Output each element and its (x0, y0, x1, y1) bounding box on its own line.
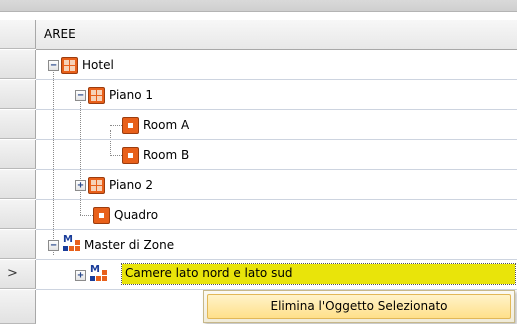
tree-row-selected[interactable]: + M Camere lato nord e lato sud (36, 260, 517, 290)
master-zone-icon: M (61, 234, 80, 254)
tree-node-label: Room A (143, 118, 190, 132)
current-row-indicator: > (7, 266, 18, 281)
master-zone-icon: M (88, 264, 107, 284)
tree-row[interactable]: Quadro (36, 200, 517, 230)
tree-node-room-a[interactable]: Room A (122, 115, 189, 135)
tree-row[interactable]: − M Master di Zone (36, 230, 517, 260)
grid-area-icon (88, 176, 105, 194)
row-header[interactable] (0, 200, 36, 229)
row-header[interactable] (0, 230, 36, 259)
tree-node-label: Piano 2 (109, 178, 154, 192)
row-header[interactable] (0, 50, 36, 79)
room-icon (93, 206, 110, 224)
tree-row[interactable]: Room A (36, 110, 517, 140)
tree-node-quadro[interactable]: Quadro (93, 205, 158, 225)
tree-node-room-b[interactable]: Room B (122, 145, 189, 165)
tree-node-piano-1[interactable]: − Piano 1 (75, 85, 153, 105)
tree-row[interactable]: − Hotel (36, 50, 517, 80)
context-menu: Elimina l'Oggetto Selezionato (203, 290, 515, 323)
row-header[interactable] (0, 80, 36, 109)
tree-node-label: Camere lato nord e lato sud (125, 266, 293, 280)
row-header-current[interactable]: > (0, 260, 36, 289)
tree-row[interactable]: + Piano 2 (36, 170, 517, 200)
tree-row[interactable]: Room B (36, 140, 517, 170)
row-header[interactable] (0, 140, 36, 169)
column-header-aree[interactable]: AREE (36, 20, 517, 50)
grid-area-icon (88, 86, 105, 104)
collapse-icon[interactable]: − (48, 239, 59, 251)
grid-top-border (0, 0, 517, 12)
tree-node-label: Quadro (114, 208, 159, 222)
tree-node-camere[interactable]: + M (75, 264, 107, 285)
collapse-icon[interactable]: − (48, 59, 59, 71)
room-icon (122, 146, 139, 164)
tree-node-label: Room B (143, 148, 190, 162)
tree-node-label: Hotel (82, 58, 114, 72)
grid-area-icon (61, 56, 78, 74)
tree-node-hotel[interactable]: − Hotel (48, 55, 114, 75)
tree-node-label: Piano 1 (109, 88, 154, 102)
expand-icon[interactable]: + (75, 269, 86, 281)
tree-row[interactable]: − Piano 1 (36, 80, 517, 110)
collapse-icon[interactable]: − (75, 89, 86, 101)
tree-node-label: Master di Zone (84, 238, 175, 252)
corner-header-cell (0, 20, 36, 49)
tree-node-piano-2[interactable]: + Piano 2 (75, 175, 153, 195)
areas-tree-grid: > AREE − Hotel − Piano 1 Room A Room B +… (0, 0, 517, 324)
row-header[interactable] (0, 110, 36, 139)
menu-item-delete-selected[interactable]: Elimina l'Oggetto Selezionato (207, 294, 511, 319)
column-header-label: AREE (44, 27, 76, 41)
row-header[interactable] (0, 170, 36, 199)
tree-node-master-di-zone[interactable]: − M Master di Zone (48, 234, 175, 255)
room-icon (122, 116, 139, 134)
expand-icon[interactable]: + (75, 179, 86, 191)
row-header[interactable] (0, 290, 36, 324)
selected-cell-highlight: Camere lato nord e lato sud (121, 263, 516, 285)
